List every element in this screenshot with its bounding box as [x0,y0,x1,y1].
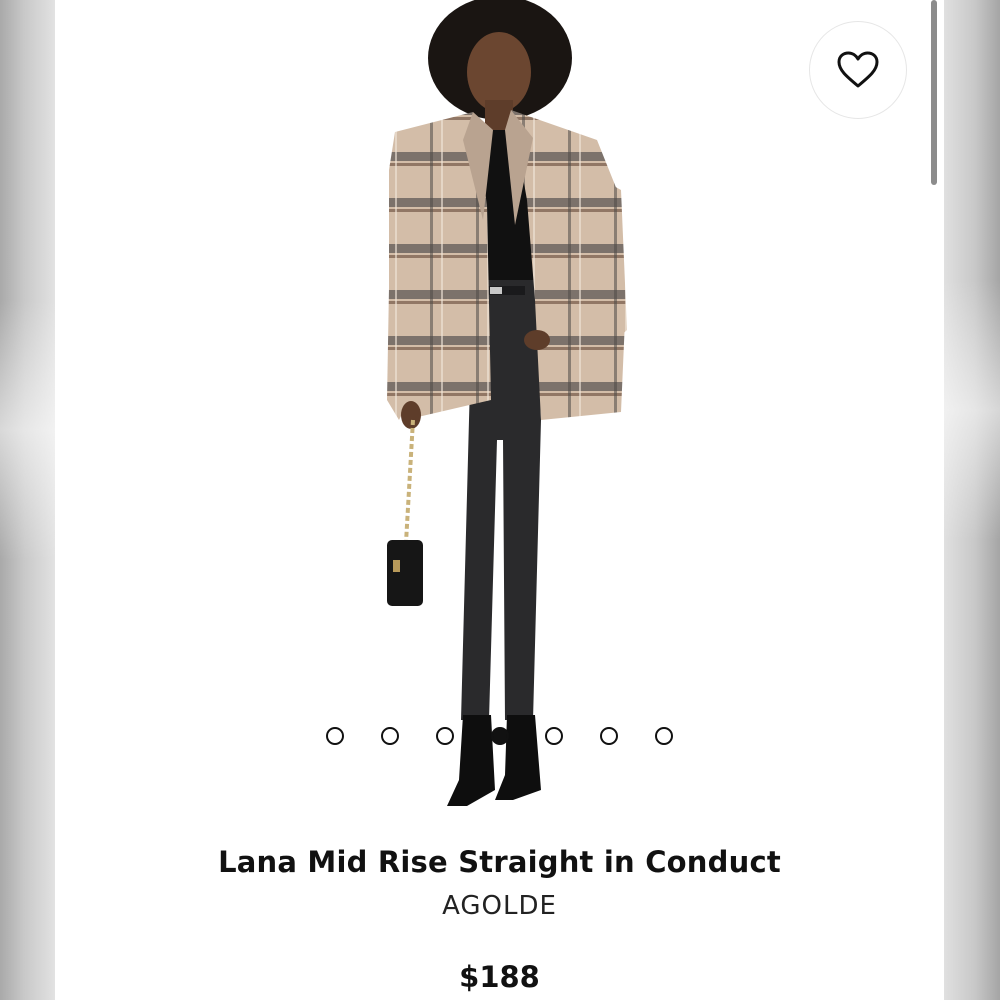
left-backdrop [0,0,55,1000]
product-photo [387,0,627,806]
gallery-dot-5[interactable] [545,727,563,745]
gallery-dot-6[interactable] [600,727,618,745]
product-brand[interactable]: AGOLDE [55,886,944,926]
gallery-dot-2[interactable] [381,727,399,745]
product-info: Lana Mid Rise Straight in Conduct AGOLDE [55,838,944,926]
favorite-button[interactable] [809,21,907,119]
heart-outline-icon [837,51,879,88]
product-gallery[interactable] [55,0,944,825]
scrollbar[interactable] [931,0,937,185]
gallery-dot-4-active[interactable] [491,727,509,745]
gallery-dot-1[interactable] [326,727,344,745]
gallery-pagination [55,727,944,745]
gallery-dot-7[interactable] [655,727,673,745]
gallery-dot-3[interactable] [436,727,454,745]
right-backdrop [944,0,1000,1000]
product-price: $188 [459,960,540,994]
product-title: Lana Mid Rise Straight in Conduct [218,845,781,879]
product-page: Lana Mid Rise Straight in Conduct AGOLDE… [55,0,944,1000]
